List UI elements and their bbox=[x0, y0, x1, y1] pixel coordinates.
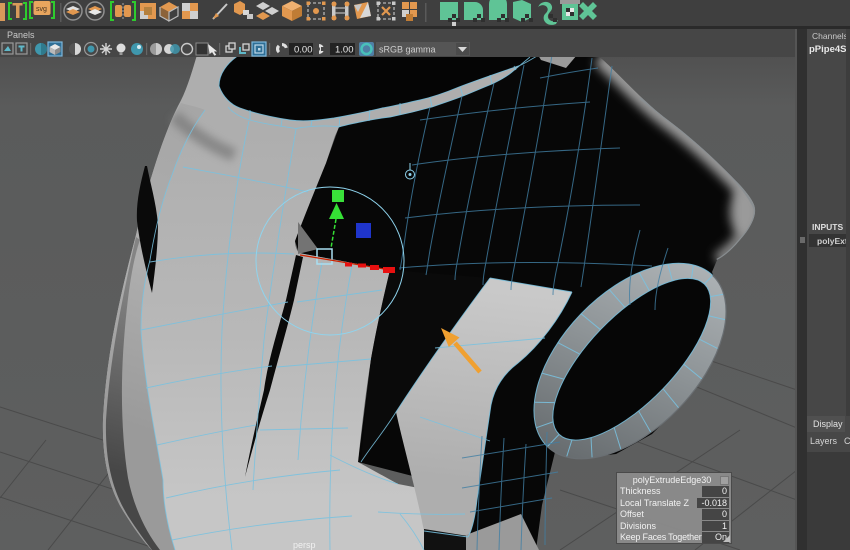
svg-text:sRGB gamma: sRGB gamma bbox=[379, 45, 436, 55]
svg-text:1.00: 1.00 bbox=[335, 45, 354, 56]
svg-text:svg: svg bbox=[36, 6, 47, 13]
svg-text:persp: persp bbox=[293, 540, 316, 550]
svg-text:0.00: 0.00 bbox=[294, 45, 313, 56]
